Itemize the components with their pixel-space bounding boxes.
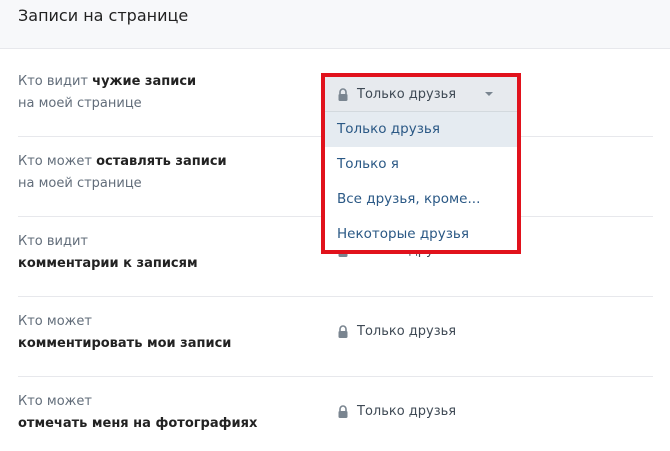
setting-value-dropdown[interactable]: Только друзья [337,324,456,339]
setting-label: Кто видит чужие записи на моей странице [18,74,197,111]
setting-value-text: Только друзья [357,324,457,339]
dropdown-option-some-friends[interactable]: Некоторые друзья [325,217,517,252]
lock-icon [338,325,348,338]
divider [18,376,653,377]
divider [18,296,653,297]
section-header: Записи на странице [0,0,670,49]
setting-value-text: Только друзья [357,404,457,419]
dropdown-selected-value: Только друзья [357,86,457,102]
setting-label: Кто может отмечать меня на фотографиях [18,394,258,431]
privacy-dropdown-menu: Только друзья Только я Все друзья, кроме… [325,111,517,250]
section-title: Записи на странице [18,6,189,25]
lock-icon [338,405,348,418]
setting-label: Кто может комментировать мои записи [18,314,232,351]
privacy-settings-panel: Записи на странице Кто видит чужие запис… [0,0,670,451]
setting-label: Кто видит комментарии к записям [18,234,198,271]
dropdown-option-friends-only[interactable]: Только друзья [325,112,517,147]
setting-value-dropdown[interactable]: Только друзья [337,404,456,419]
chevron-down-icon [485,92,494,96]
privacy-dropdown-toggle[interactable]: Только друзья [325,77,517,111]
setting-label: Кто может оставлять записи на моей стран… [18,154,227,191]
dropdown-option-all-friends-except[interactable]: Все друзья, кроме... [325,182,517,217]
lock-icon [338,87,348,101]
dropdown-option-only-me[interactable]: Только я [325,147,517,182]
